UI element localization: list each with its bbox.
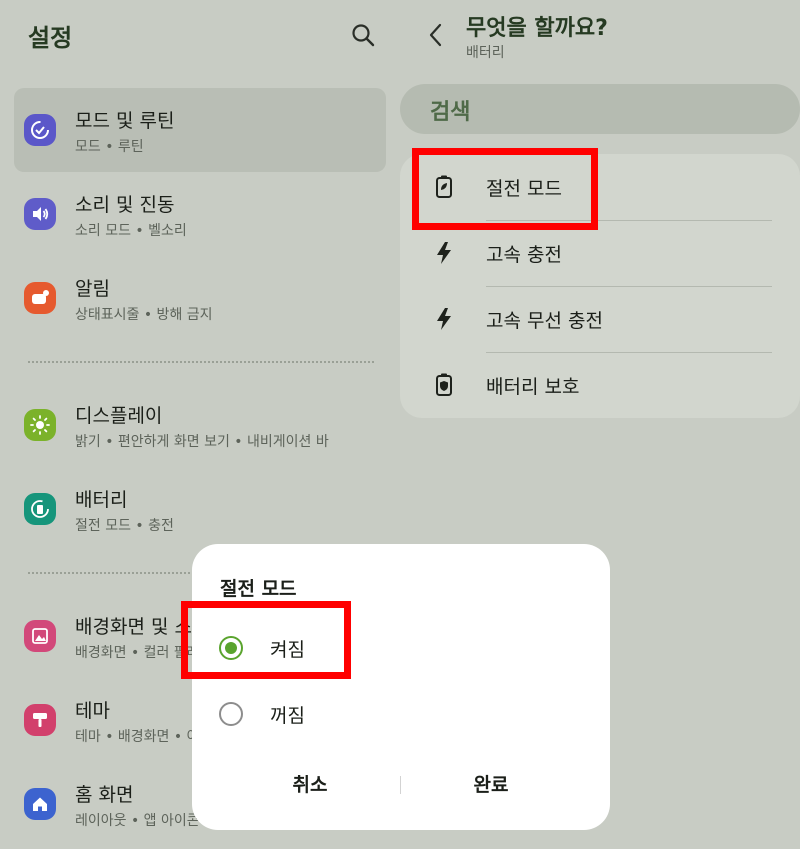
wallpaper-icon bbox=[24, 620, 56, 652]
item-title: 테마 bbox=[75, 700, 110, 722]
search-bar[interactable]: 검색 bbox=[400, 84, 800, 134]
search-label: 검색 bbox=[430, 100, 471, 125]
group-divider bbox=[28, 361, 374, 363]
result-item-fast-wireless-charging[interactable]: 고속 무선 충전 bbox=[400, 286, 800, 352]
option-off[interactable]: 꺼짐 bbox=[192, 686, 610, 742]
settings-item-display[interactable]: 디스플레이 밝기 • 편안하게 화면 보기 • 내비게이션 바 bbox=[14, 383, 386, 467]
result-label: 배터리 보호 bbox=[486, 376, 580, 398]
item-subtitle: 절전 모드 • 충전 bbox=[75, 518, 174, 534]
settings-item-battery[interactable]: 배터리 절전 모드 • 충전 bbox=[14, 467, 386, 551]
item-title: 소리 및 진동 bbox=[75, 194, 175, 216]
home-icon bbox=[24, 788, 56, 820]
result-label: 고속 무선 충전 bbox=[486, 310, 603, 332]
radio-button-off[interactable] bbox=[219, 702, 243, 726]
theme-icon bbox=[24, 704, 56, 736]
item-title: 디스플레이 bbox=[75, 405, 163, 427]
done-button[interactable]: 완료 bbox=[391, 760, 591, 810]
item-subtitle: 상태표시줄 • 방해 금지 bbox=[75, 307, 213, 323]
fast-wireless-charging-icon bbox=[437, 308, 451, 330]
power-saving-dialog: 절전 모드 켜짐 꺼짐 취소 완료 bbox=[192, 544, 610, 830]
highlight-box-on-option bbox=[181, 601, 351, 679]
highlight-box-power-saving bbox=[412, 148, 598, 230]
page-subtitle: 배터리 bbox=[466, 45, 505, 61]
sound-icon bbox=[24, 198, 56, 230]
search-icon[interactable] bbox=[350, 22, 376, 48]
page-title: 무엇을 할까요? bbox=[466, 16, 608, 41]
result-item-battery-protection[interactable]: 배터리 보호 bbox=[400, 352, 800, 418]
item-title: 알림 bbox=[75, 278, 110, 300]
battery-icon bbox=[24, 493, 56, 525]
fast-charging-icon bbox=[437, 242, 451, 264]
option-label: 꺼짐 bbox=[270, 705, 305, 727]
battery-protection-icon bbox=[436, 373, 452, 396]
item-title: 모드 및 루틴 bbox=[75, 110, 175, 132]
item-title: 배터리 bbox=[75, 489, 128, 511]
back-arrow-icon[interactable] bbox=[424, 22, 448, 48]
item-subtitle: 소리 모드 • 벨소리 bbox=[75, 223, 187, 239]
dialog-title: 절전 모드 bbox=[220, 578, 297, 600]
settings-item-modes-routines[interactable]: 모드 및 루틴 모드 • 루틴 bbox=[14, 88, 386, 172]
settings-item-notifications[interactable]: 알림 상태표시줄 • 방해 금지 bbox=[14, 256, 386, 340]
notification-icon bbox=[24, 282, 56, 314]
settings-item-sound[interactable]: 소리 및 진동 소리 모드 • 벨소리 bbox=[14, 172, 386, 256]
item-title: 홈 화면 bbox=[75, 784, 134, 806]
modes-routines-icon bbox=[24, 114, 56, 146]
settings-title: 설정 bbox=[28, 24, 73, 52]
item-subtitle: 밝기 • 편안하게 화면 보기 • 내비게이션 바 bbox=[75, 434, 329, 450]
item-subtitle: 모드 • 루틴 bbox=[75, 139, 144, 155]
cancel-button[interactable]: 취소 bbox=[210, 760, 410, 810]
display-icon bbox=[24, 409, 56, 441]
result-label: 고속 충전 bbox=[486, 244, 562, 266]
